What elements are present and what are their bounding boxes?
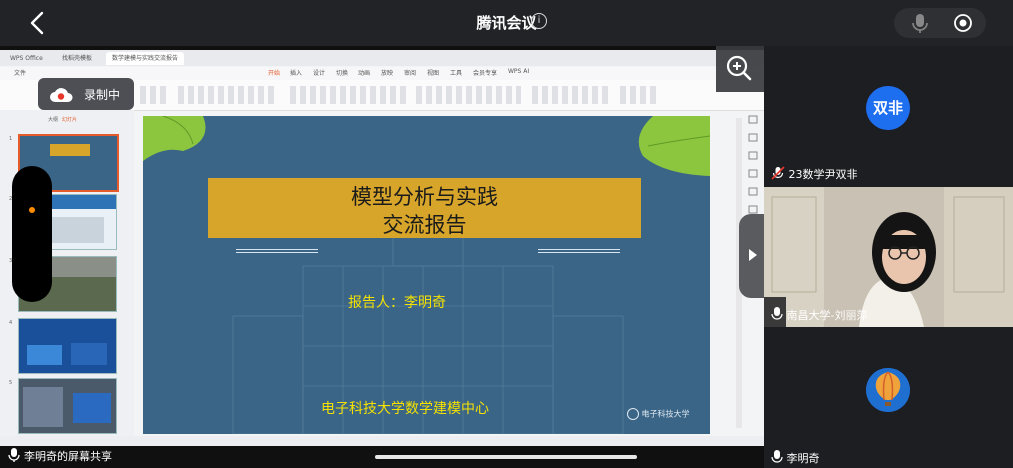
record-icon — [954, 14, 972, 32]
menu-view[interactable]: 视图 — [427, 68, 439, 77]
menu-tools[interactable]: 工具 — [450, 68, 462, 77]
ribbon-group[interactable] — [178, 86, 278, 104]
meeting-title: 腾讯会议 — [476, 14, 537, 32]
ribbon-group[interactable] — [620, 86, 660, 104]
tab-document[interactable]: 数学建模与实践交流报告 — [106, 52, 185, 65]
mic-muted-icon — [771, 166, 785, 180]
menu-review[interactable]: 审阅 — [404, 68, 416, 77]
ribbon-group[interactable] — [416, 86, 521, 104]
thumb-number: 4 — [9, 320, 13, 326]
menu-design[interactable]: 设计 — [313, 68, 325, 77]
title-box: 模型分析与实践 交流报告 — [208, 178, 641, 238]
participant-avatar[interactable] — [866, 368, 910, 412]
ribbon-group[interactable] — [290, 86, 410, 104]
menu-file[interactable]: 文件 — [14, 68, 26, 77]
cloud-record-icon — [49, 86, 73, 104]
tab-wps-office[interactable]: WPS Office — [4, 52, 49, 65]
slide-thumbnail-4[interactable] — [18, 318, 117, 374]
organization-text: 电子科技大学数学建模中心 — [321, 401, 489, 417]
participant-video[interactable] — [764, 187, 1013, 327]
slide-title-line1: 模型分析与实践 — [351, 185, 498, 209]
microphone-icon — [771, 307, 783, 320]
zoom-in-icon — [726, 55, 752, 81]
tab-templates[interactable]: 找稻壳模板 — [56, 52, 98, 65]
screen-share-label: 李明奇的屏幕共享 — [24, 450, 112, 463]
menu-slideshow[interactable]: 放映 — [381, 68, 393, 77]
decor-line — [236, 249, 318, 253]
menu-insert[interactable]: 插入 — [290, 68, 302, 77]
share-mic-icon — [8, 447, 20, 467]
tab-slides[interactable]: 幻灯片 — [62, 116, 77, 123]
university-logo: 电子科技大学 — [627, 408, 690, 420]
menu-member[interactable]: 会员专享 — [473, 68, 497, 77]
ribbon-group[interactable] — [532, 86, 612, 104]
microphone-icon — [771, 450, 783, 463]
recording-label: 录制中 — [84, 88, 121, 102]
decor-line — [538, 249, 620, 253]
tab-outline[interactable]: 大纲 — [48, 116, 58, 123]
slide-canvas: 模型分析与实践 交流报告 报告人：李明奇 电子科技大学数学建模中心 电子科技大学 — [143, 116, 710, 434]
thumb-number: 1 — [9, 136, 13, 142]
building-background — [143, 116, 710, 434]
arrow-right-icon — [749, 249, 757, 261]
participant-name: 李明奇 — [771, 450, 820, 466]
wps-tab-bar: WPS Office 找稻壳模板 数学建模与实践交流报告 — [0, 50, 764, 66]
floating-toolbar[interactable] — [12, 166, 52, 302]
menu-transition[interactable]: 切换 — [336, 68, 348, 77]
microphone-icon — [912, 14, 928, 33]
hot-air-balloon-icon — [866, 368, 910, 412]
reporter-text: 报告人：李明奇 — [348, 295, 446, 311]
zoom-button[interactable] — [716, 46, 764, 92]
record-button[interactable] — [946, 8, 986, 38]
slide-title-line2: 交流报告 — [382, 213, 467, 237]
scroll-indicator[interactable] — [375, 455, 637, 459]
info-icon[interactable]: i — [531, 13, 547, 29]
menu-animation[interactable]: 动画 — [358, 68, 370, 77]
ribbon-group[interactable] — [140, 86, 170, 104]
participant-avatar[interactable]: 双非 — [866, 86, 910, 130]
participant-name: 23数学尹双非 — [771, 166, 858, 182]
status-dot — [29, 207, 35, 213]
thumb-number: 5 — [9, 380, 13, 386]
ginkgo-leaf-right — [638, 116, 710, 176]
menu-home[interactable]: 开始 — [268, 68, 280, 77]
mic-button[interactable] — [894, 8, 946, 38]
menu-wps-ai[interactable]: WPS AI — [508, 68, 529, 75]
slide-thumbnail-5[interactable] — [18, 378, 117, 434]
wps-status-bar — [0, 436, 764, 446]
ginkgo-leaf-left — [143, 116, 206, 161]
participant-name: 南昌大学-刘丽萍 — [771, 307, 867, 323]
